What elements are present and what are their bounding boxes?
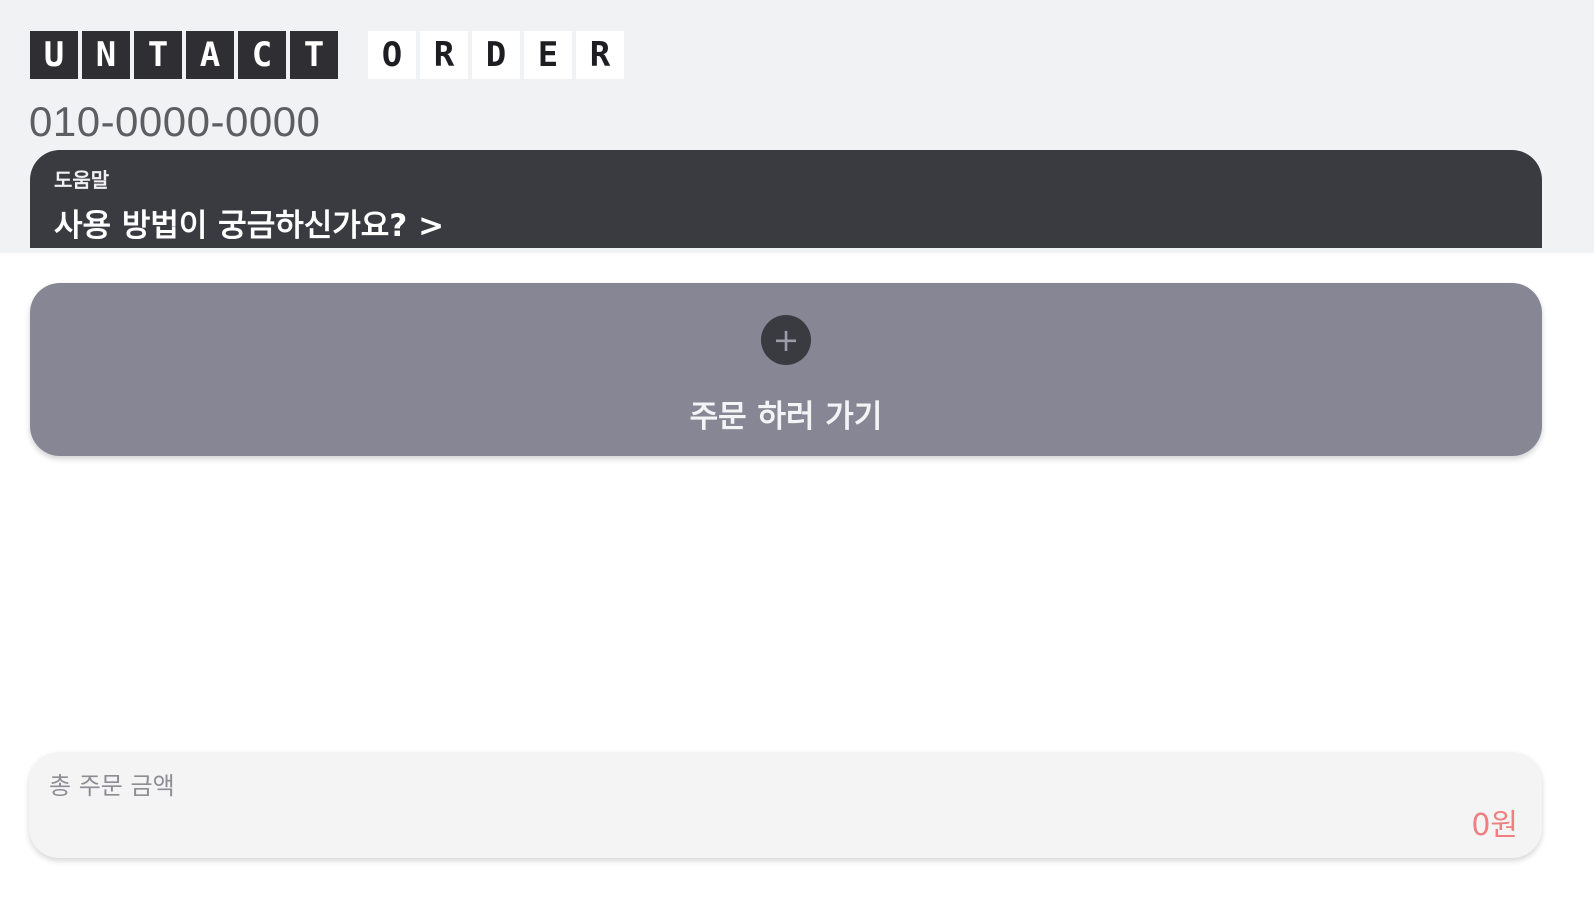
plus-icon: + [761, 315, 811, 365]
total-amount-label: 총 주문 금액 [49, 772, 175, 800]
untact-order-logo: U N T A C T O R D E R [30, 31, 628, 79]
logo-tile: D [472, 31, 520, 79]
logo-tile: A [186, 31, 234, 79]
logo-tile: T [290, 31, 338, 79]
total-order-amount-card: 총 주문 금액 0원 [29, 752, 1542, 858]
header-area: U N T A C T O R D E R 010-0000-0000 도움말 … [0, 0, 1594, 253]
go-to-order-label: 주문 하러 가기 [689, 399, 883, 435]
logo-tile: R [576, 31, 624, 79]
logo-tile: E [524, 31, 572, 79]
help-label: 도움말 [54, 168, 110, 192]
logo-tile: R [420, 31, 468, 79]
total-amount-value: 0원 [1471, 808, 1518, 843]
logo-tile: C [238, 31, 286, 79]
help-link-text[interactable]: 사용 방법이 궁금하신가요? > [54, 200, 444, 245]
logo-tile: N [82, 31, 130, 79]
logo-word-order: O R D E R [368, 31, 628, 79]
phone-number: 010-0000-0000 [29, 98, 321, 145]
help-banner[interactable]: 도움말 사용 방법이 궁금하신가요? > [30, 150, 1542, 248]
logo-tile: U [30, 31, 78, 79]
logo-tile: O [368, 31, 416, 79]
go-to-order-button[interactable]: + 주문 하러 가기 [30, 283, 1542, 456]
logo-tile: T [134, 31, 182, 79]
logo-word-untact: U N T A C T [30, 31, 342, 79]
